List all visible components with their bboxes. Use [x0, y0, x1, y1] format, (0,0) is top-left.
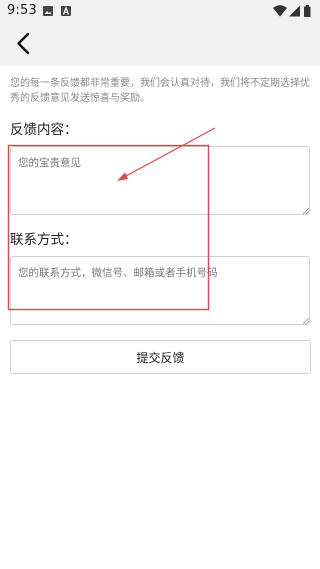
a-box-icon — [61, 5, 71, 16]
resize-grip-icon — [303, 208, 309, 214]
feedback-textarea[interactable] — [10, 146, 310, 215]
battery-icon — [304, 5, 311, 17]
resize-grip-icon — [303, 318, 309, 324]
chevron-left-icon — [17, 32, 30, 55]
submit-feedback-button[interactable]: 提交反馈 — [10, 340, 311, 374]
wifi-icon — [273, 5, 287, 17]
cellular-signal-icon — [289, 5, 300, 17]
feedback-label: 反馈内容： — [10, 122, 78, 138]
feedback-screen: 9:53 您的每一条反馈都非常重要，我们会认真对待，我们将不定期选择优秀的反馈意… — [0, 0, 320, 569]
status-time: 9:53 — [7, 3, 37, 18]
app-bar — [0, 24, 320, 66]
contact-textarea[interactable] — [10, 256, 310, 325]
contact-label: 联系方式： — [10, 232, 78, 248]
status-icons-right — [273, 5, 311, 17]
status-bar: 9:53 — [0, 0, 320, 24]
back-button[interactable] — [10, 30, 38, 58]
feedback-notice: 您的每一条反馈都非常重要，我们会认真对待，我们将不定期选择优秀的反馈意见发送惊喜… — [10, 78, 310, 104]
image-icon — [43, 6, 53, 16]
